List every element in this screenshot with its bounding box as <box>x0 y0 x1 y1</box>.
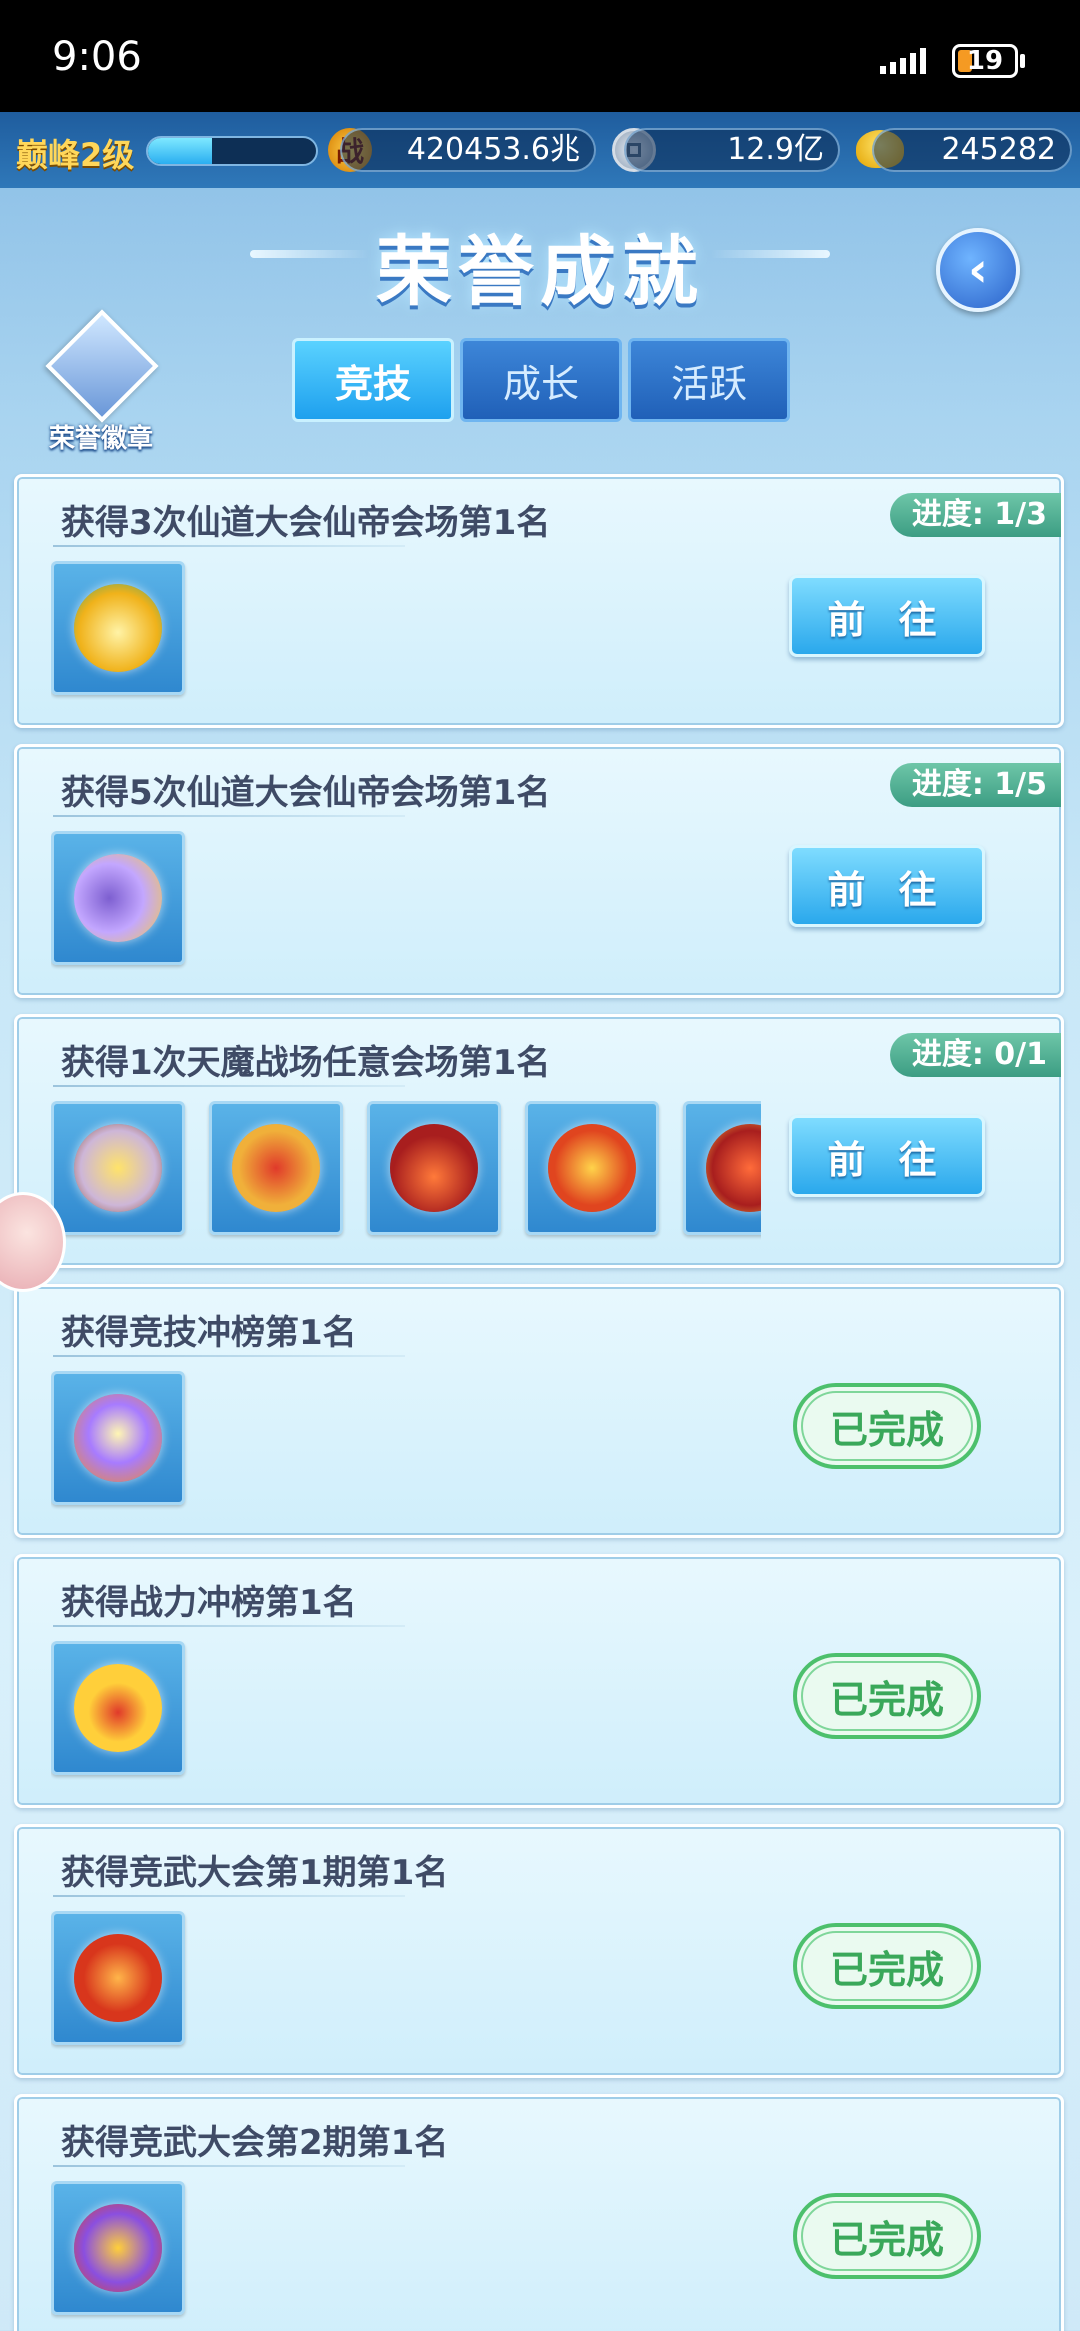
completed-button[interactable]: 已完成 <box>793 2193 981 2279</box>
copper-value: 12.9亿 <box>624 128 840 172</box>
page-title: 荣誉成就 <box>376 227 704 316</box>
power-value: 420453.6兆 <box>340 128 596 172</box>
ruby-wing-emblem-icon <box>232 1124 320 1212</box>
title-underline <box>53 1625 405 1627</box>
golden-flame-icon <box>74 584 162 672</box>
reward-item[interactable] <box>51 2181 185 2315</box>
resource-bar: 巅峰2级 战 420453.6兆 12.9亿 245282 <box>0 112 1080 188</box>
achievement-card: 获得竞技冲榜第1名已完成 <box>14 1284 1064 1538</box>
reward-row <box>51 831 761 971</box>
achievement-title: 获得5次仙道大会仙帝会场第1名 <box>61 773 551 813</box>
progress-tag: 进度: 1/5 <box>889 763 1061 807</box>
honor-badge-label: 荣誉徽章 <box>48 424 153 454</box>
badge-emblem-icon <box>45 309 159 423</box>
golden-crown-icon <box>74 1664 162 1752</box>
completed-button[interactable]: 已完成 <box>793 1653 981 1739</box>
title-underline <box>53 2165 405 2167</box>
progress-tag: 进度: 1/3 <box>889 493 1061 537</box>
title-underline <box>53 1085 405 1087</box>
reward-row <box>51 2181 761 2321</box>
completed-button[interactable]: 已完成 <box>793 1383 981 1469</box>
gold-value: 245282 <box>872 128 1072 172</box>
achievement-card: 获得竞武大会第1期第1名已完成 <box>14 1824 1064 2078</box>
reward-item[interactable] <box>51 1641 185 1775</box>
red-orb-icon <box>706 1124 761 1212</box>
go-button[interactable]: 前 往 <box>789 845 985 927</box>
back-button[interactable]: ‹ <box>936 228 1020 312</box>
title-underline <box>53 815 405 817</box>
achievement-title: 获得竞武大会第1期第1名 <box>61 1853 449 1893</box>
achievement-title: 获得3次仙道大会仙帝会场第1名 <box>61 503 551 543</box>
reward-row <box>51 1101 761 1241</box>
level-label: 巅峰2级 <box>16 136 135 174</box>
reward-row <box>51 1911 761 2051</box>
achievement-title: 获得竞武大会第2期第1名 <box>61 2123 449 2163</box>
title-underline <box>53 545 405 547</box>
achievement-card: 获得1次天魔战场任意会场第1名 进度: 0/1 前 往 <box>14 1014 1064 1268</box>
tab-activity[interactable]: 活跃 <box>628 338 790 422</box>
achievement-title: 获得战力冲榜第1名 <box>61 1583 357 1623</box>
title-underline <box>53 1895 405 1897</box>
violet-wing-crest-icon <box>74 2204 162 2292</box>
winged-crest-icon <box>74 1124 162 1212</box>
battery-level: 19 <box>966 46 1004 76</box>
reward-row <box>51 561 761 701</box>
red-gem-crest-icon <box>74 1934 162 2022</box>
achievement-card: 获得5次仙道大会仙帝会场第1名 进度: 1/5 前 往 <box>14 744 1064 998</box>
status-bar: 9:06 19 <box>0 0 1080 112</box>
battery-icon: 19 <box>952 44 1018 78</box>
achievement-card: 获得3次仙道大会仙帝会场第1名 进度: 1/3 前 往 <box>14 474 1064 728</box>
level-progress-bar <box>146 136 318 166</box>
yin-yang-flame-icon <box>74 854 162 942</box>
reward-item[interactable] <box>51 831 185 965</box>
reward-item[interactable] <box>683 1101 761 1235</box>
signal-icon <box>880 48 926 74</box>
title-deco-right <box>710 250 830 258</box>
status-time: 9:06 <box>52 34 142 80</box>
title-underline <box>53 1355 405 1357</box>
fire-wing-icon <box>548 1124 636 1212</box>
back-arrow-icon: ‹ <box>968 242 988 298</box>
red-horn-crown-icon <box>390 1124 478 1212</box>
reward-item[interactable] <box>51 1911 185 2045</box>
reward-item[interactable] <box>51 561 185 695</box>
completed-button[interactable]: 已完成 <box>793 1923 981 2009</box>
progress-tag: 进度: 0/1 <box>889 1033 1061 1077</box>
achievement-card: 获得竞武大会第2期第1名已完成 <box>14 2094 1064 2331</box>
honor-badge-button[interactable]: 荣誉徽章 <box>38 309 164 454</box>
reward-row <box>51 1641 761 1781</box>
tab-growth[interactable]: 成长 <box>460 338 622 422</box>
go-button[interactable]: 前 往 <box>789 575 985 657</box>
achievement-title: 获得1次天魔战场任意会场第1名 <box>61 1043 551 1083</box>
reward-item[interactable] <box>525 1101 659 1235</box>
tab-competition[interactable]: 竞技 <box>292 338 454 422</box>
achievement-title: 获得竞技冲榜第1名 <box>61 1313 357 1353</box>
reward-item[interactable] <box>51 1371 185 1505</box>
reward-item[interactable] <box>51 1101 185 1235</box>
reward-row <box>51 1371 761 1511</box>
reward-item[interactable] <box>367 1101 501 1235</box>
star-cross-emblem-icon <box>74 1394 162 1482</box>
achievement-card: 获得战力冲榜第1名已完成 <box>14 1554 1064 1808</box>
reward-item[interactable] <box>209 1101 343 1235</box>
go-button[interactable]: 前 往 <box>789 1115 985 1197</box>
category-tabs: 竞技 成长 活跃 <box>292 338 790 422</box>
